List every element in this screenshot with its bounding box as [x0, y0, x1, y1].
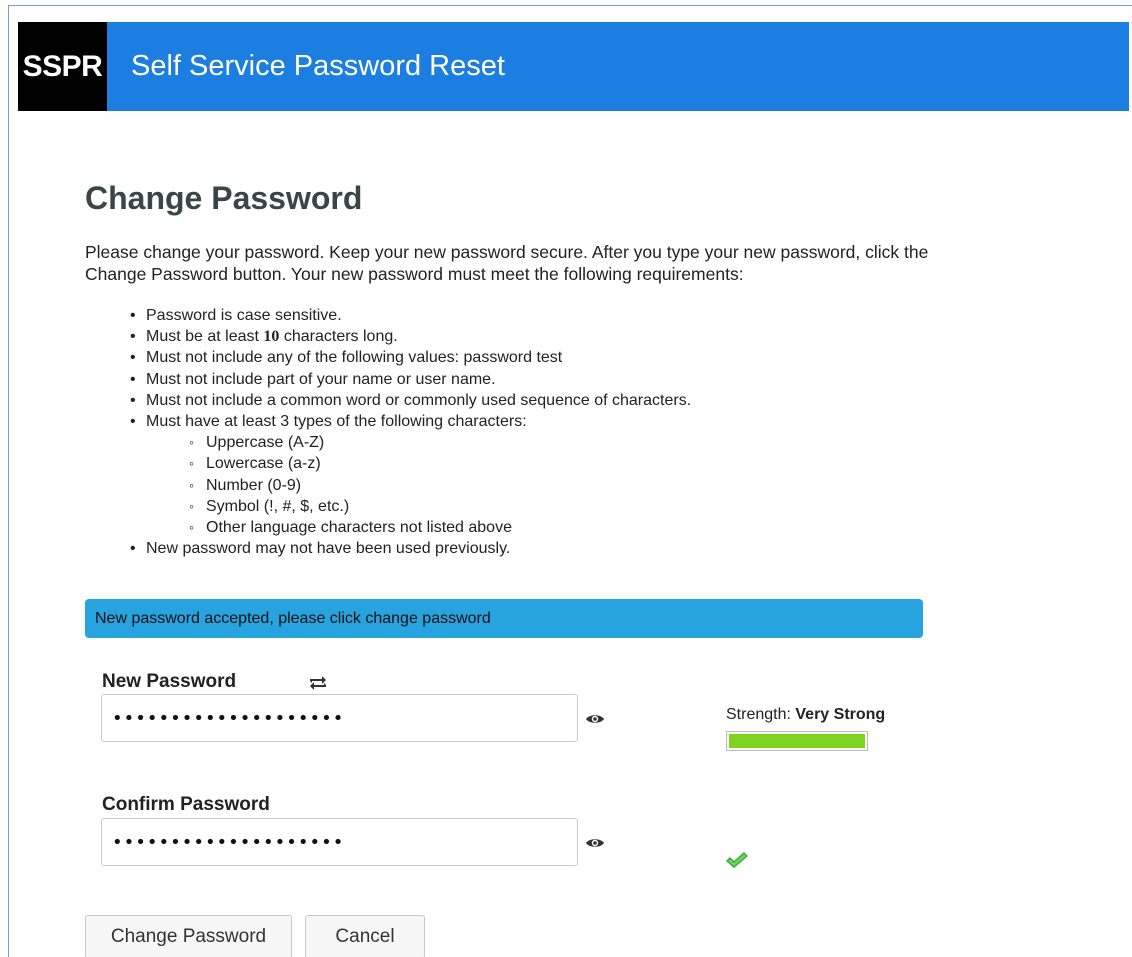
strength-label: Strength:	[726, 706, 791, 723]
char-type-item: Number (0-9)	[189, 475, 691, 496]
strength-value: Very Strong	[795, 706, 886, 723]
requirements-list: Password is case sensitive. Must be at l…	[128, 305, 691, 560]
requirement-item: Must be at least 10 characters long.	[128, 326, 691, 347]
new-password-label: New Password	[102, 671, 237, 692]
requirement-item: Must have at least 3 types of the follow…	[128, 411, 691, 538]
requirement-item: Must not include any of the following va…	[128, 347, 691, 368]
requirement-item: Must not include a common word or common…	[128, 390, 691, 411]
eye-icon[interactable]	[585, 837, 605, 849]
sspr-logo: SSPR	[18, 22, 107, 111]
char-type-item: Uppercase (A-Z)	[189, 432, 691, 453]
app-title: Self Service Password Reset	[131, 50, 505, 82]
char-type-item: Other language characters not listed abo…	[189, 517, 691, 538]
app-header: SSPR Self Service Password Reset	[18, 22, 1129, 111]
random-icon[interactable]	[307, 674, 329, 692]
strength-meter	[726, 731, 868, 751]
strength-meter-fill	[729, 734, 865, 748]
requirement-item: New password may not have been used prev…	[128, 538, 691, 559]
requirement-item: Must not include part of your name or us…	[128, 369, 691, 390]
checkmark-icon	[726, 852, 748, 868]
cancel-button[interactable]: Cancel	[305, 915, 425, 957]
requirement-item: Password is case sensitive.	[128, 305, 691, 326]
confirm-password-label: Confirm Password	[102, 794, 270, 815]
char-type-item: Symbol (!, #, $, etc.)	[189, 496, 691, 517]
strength-indicator: Strength: Very Strong	[726, 706, 885, 724]
min-length-value: 10	[263, 328, 280, 346]
new-password-input[interactable]: ••••••••••••••••••••	[101, 694, 578, 742]
intro-text: Please change your password. Keep your n…	[85, 242, 929, 284]
char-type-item: Lowercase (a-z)	[189, 453, 691, 474]
status-message: New password accepted, please click chan…	[85, 599, 923, 638]
confirm-password-input[interactable]: ••••••••••••••••••••	[101, 818, 578, 866]
change-password-button[interactable]: Change Password	[85, 915, 292, 957]
page-title: Change Password	[85, 180, 363, 216]
eye-icon[interactable]	[585, 713, 605, 725]
char-types-list: Uppercase (A-Z) Lowercase (a-z) Number (…	[189, 432, 691, 538]
